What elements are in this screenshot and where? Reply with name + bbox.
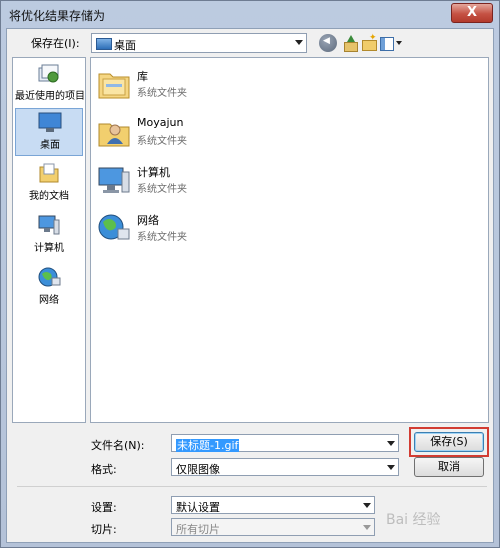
title-bar: 将优化结果存储为 X xyxy=(1,1,499,27)
item-type: 系统文件夹 xyxy=(137,136,187,147)
item-name: Moyajun xyxy=(137,116,184,129)
chevron-down-icon xyxy=(295,40,303,45)
chevron-down-icon xyxy=(387,465,395,470)
place-label: 最近使用的项目 xyxy=(15,91,85,102)
close-button[interactable]: X xyxy=(451,3,493,23)
save-dialog: 将优化结果存储为 X 保存在(I): 桌面 最近使用的项目 桌面 xyxy=(0,0,500,548)
divider xyxy=(17,486,487,487)
filename-label: 文件名(N): xyxy=(91,439,145,452)
place-label: 桌面 xyxy=(40,140,60,151)
slices-value: 所有切片 xyxy=(176,523,220,536)
close-icon: X xyxy=(466,5,478,20)
place-label: 计算机 xyxy=(34,243,64,254)
places-bar: 最近使用的项目 桌面 我的文档 计算机 网络 xyxy=(12,57,86,423)
item-type: 系统文件夹 xyxy=(137,184,187,195)
list-item[interactable]: 库 系统文件夹 xyxy=(95,64,295,108)
chevron-down-icon xyxy=(396,41,402,45)
item-type: 系统文件夹 xyxy=(137,88,187,99)
filename-value: 未标题-1.gif xyxy=(176,439,240,452)
place-computer[interactable]: 计算机 xyxy=(15,212,83,260)
library-icon xyxy=(97,68,131,100)
documents-icon xyxy=(37,162,61,184)
dialog-title: 将优化结果存储为 xyxy=(9,9,106,23)
chevron-down-icon xyxy=(363,525,371,530)
settings-select[interactable]: 默认设置 xyxy=(171,496,375,514)
desktop-icon xyxy=(96,38,112,50)
filename-input[interactable]: 未标题-1.gif xyxy=(171,434,399,452)
new-folder-icon[interactable] xyxy=(360,33,378,52)
place-documents[interactable]: 我的文档 xyxy=(15,160,83,208)
place-network[interactable]: 网络 xyxy=(15,264,83,312)
network-icon xyxy=(37,266,61,288)
item-type: 系统文件夹 xyxy=(137,232,187,243)
list-item[interactable]: 网络 系统文件夹 xyxy=(95,208,295,252)
chevron-down-icon xyxy=(363,503,371,508)
format-value: 仅限图像 xyxy=(176,463,220,476)
format-label: 格式: xyxy=(91,463,117,476)
settings-value: 默认设置 xyxy=(176,501,220,514)
save-button[interactable]: 保存(S) xyxy=(414,432,484,452)
item-name: 库 xyxy=(137,70,148,83)
place-label: 我的文档 xyxy=(29,191,69,202)
watermark: Bai 经验 xyxy=(386,512,441,528)
computer-icon xyxy=(97,164,131,196)
file-list: 库 系统文件夹 Moyajun 系统文件夹 计算机 系统文件夹 网络 系统文件夹 xyxy=(90,57,489,423)
slices-select[interactable]: 所有切片 xyxy=(171,518,375,536)
settings-label: 设置: xyxy=(91,501,117,514)
user-folder-icon xyxy=(97,116,131,148)
up-folder-icon[interactable] xyxy=(341,34,359,52)
item-name: 计算机 xyxy=(137,166,170,179)
place-label: 网络 xyxy=(39,295,59,306)
network-icon xyxy=(97,212,131,244)
format-select[interactable]: 仅限图像 xyxy=(171,458,399,476)
desktop-icon xyxy=(38,111,62,133)
back-icon[interactable] xyxy=(319,34,337,52)
recent-items-icon xyxy=(37,62,61,84)
save-in-label: 保存在(I): xyxy=(31,37,80,50)
list-item[interactable]: 计算机 系统文件夹 xyxy=(95,160,295,204)
place-desktop[interactable]: 桌面 xyxy=(15,108,83,156)
chevron-down-icon xyxy=(387,441,395,446)
list-item[interactable]: Moyajun 系统文件夹 xyxy=(95,112,295,156)
save-in-value: 桌面 xyxy=(114,39,136,52)
item-name: 网络 xyxy=(137,214,159,227)
computer-icon xyxy=(37,214,61,236)
view-grid-icon xyxy=(380,37,394,51)
view-menu-icon[interactable] xyxy=(379,34,403,52)
slices-label: 切片: xyxy=(91,523,117,536)
cancel-button[interactable]: 取消 xyxy=(414,457,484,477)
place-recent[interactable]: 最近使用的项目 xyxy=(15,60,85,108)
save-in-dropdown[interactable]: 桌面 xyxy=(91,33,307,53)
